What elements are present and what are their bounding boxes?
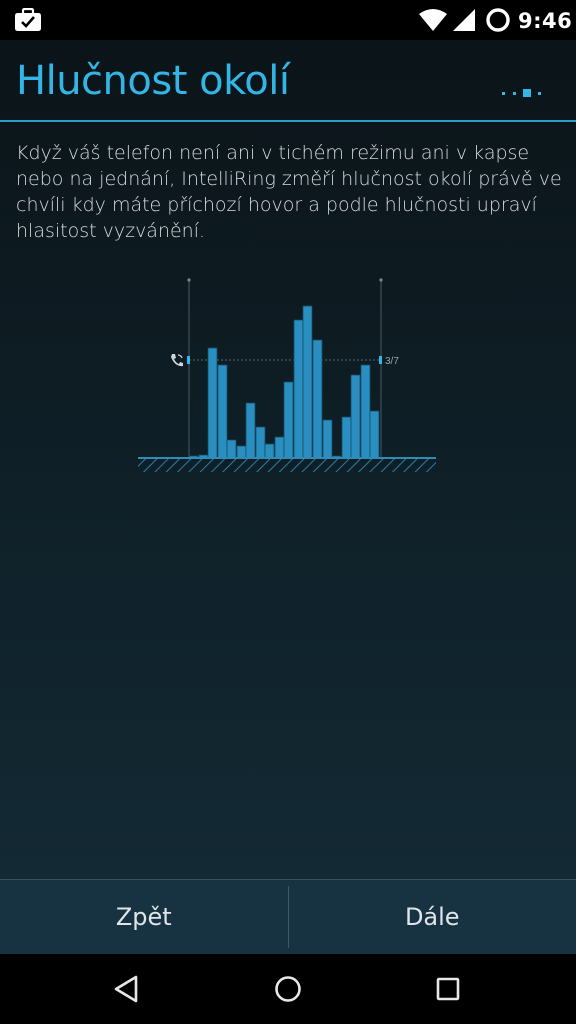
wifi-icon	[419, 9, 447, 31]
noise-bar	[322, 419, 333, 459]
noise-bar	[236, 445, 247, 459]
noise-bar	[217, 364, 228, 459]
noise-bars	[188, 305, 380, 459]
page-indicator	[502, 89, 541, 97]
back-button[interactable]: Zpět	[0, 880, 288, 954]
briefcase-icon	[15, 8, 41, 31]
title-divider	[0, 120, 576, 122]
home-icon[interactable]	[273, 974, 303, 1004]
noise-bar	[312, 339, 323, 459]
page-dot-2	[513, 92, 516, 95]
app-screen: Hlučnost okolí Když váš telefon není ani…	[0, 40, 576, 954]
noise-bar	[283, 381, 294, 459]
page-dot-4	[538, 92, 541, 95]
navigation-bar	[0, 954, 576, 1024]
page-dot-1	[502, 92, 505, 95]
status-time: 9:46	[518, 9, 573, 33]
page-title: Hlučnost okolí	[16, 58, 290, 104]
noise-bar	[302, 305, 313, 459]
next-button[interactable]: Dále	[289, 880, 576, 954]
right-guide-cap	[379, 278, 383, 282]
noise-level-illustration: 3/7	[138, 278, 436, 472]
threshold-left-marker	[187, 356, 190, 364]
status-bar: 9:46	[0, 0, 576, 40]
noise-bar	[264, 443, 275, 459]
threshold-right-marker	[379, 356, 382, 364]
level-label: 3/7	[385, 356, 399, 367]
noise-bar	[369, 410, 380, 459]
noise-bar	[293, 319, 304, 459]
signal-icon	[453, 9, 475, 31]
ring-icon	[486, 8, 510, 32]
recents-icon[interactable]	[433, 974, 463, 1004]
noise-bar	[207, 347, 218, 459]
page-dot-3-active	[523, 89, 531, 97]
button-bar: Zpět Dále	[0, 880, 576, 954]
noise-bar	[360, 364, 371, 459]
noise-bar	[274, 436, 285, 459]
noise-bar	[255, 426, 266, 459]
ground-hatch	[138, 458, 436, 472]
description-text: Když váš telefon není ani v tichém režim…	[16, 142, 562, 242]
phone-call-icon	[171, 354, 183, 367]
back-icon[interactable]	[112, 974, 142, 1004]
noise-bar	[245, 402, 256, 459]
noise-bar	[350, 374, 361, 459]
left-guide-cap	[187, 278, 191, 282]
noise-bar	[226, 439, 237, 459]
noise-bar	[341, 416, 352, 459]
